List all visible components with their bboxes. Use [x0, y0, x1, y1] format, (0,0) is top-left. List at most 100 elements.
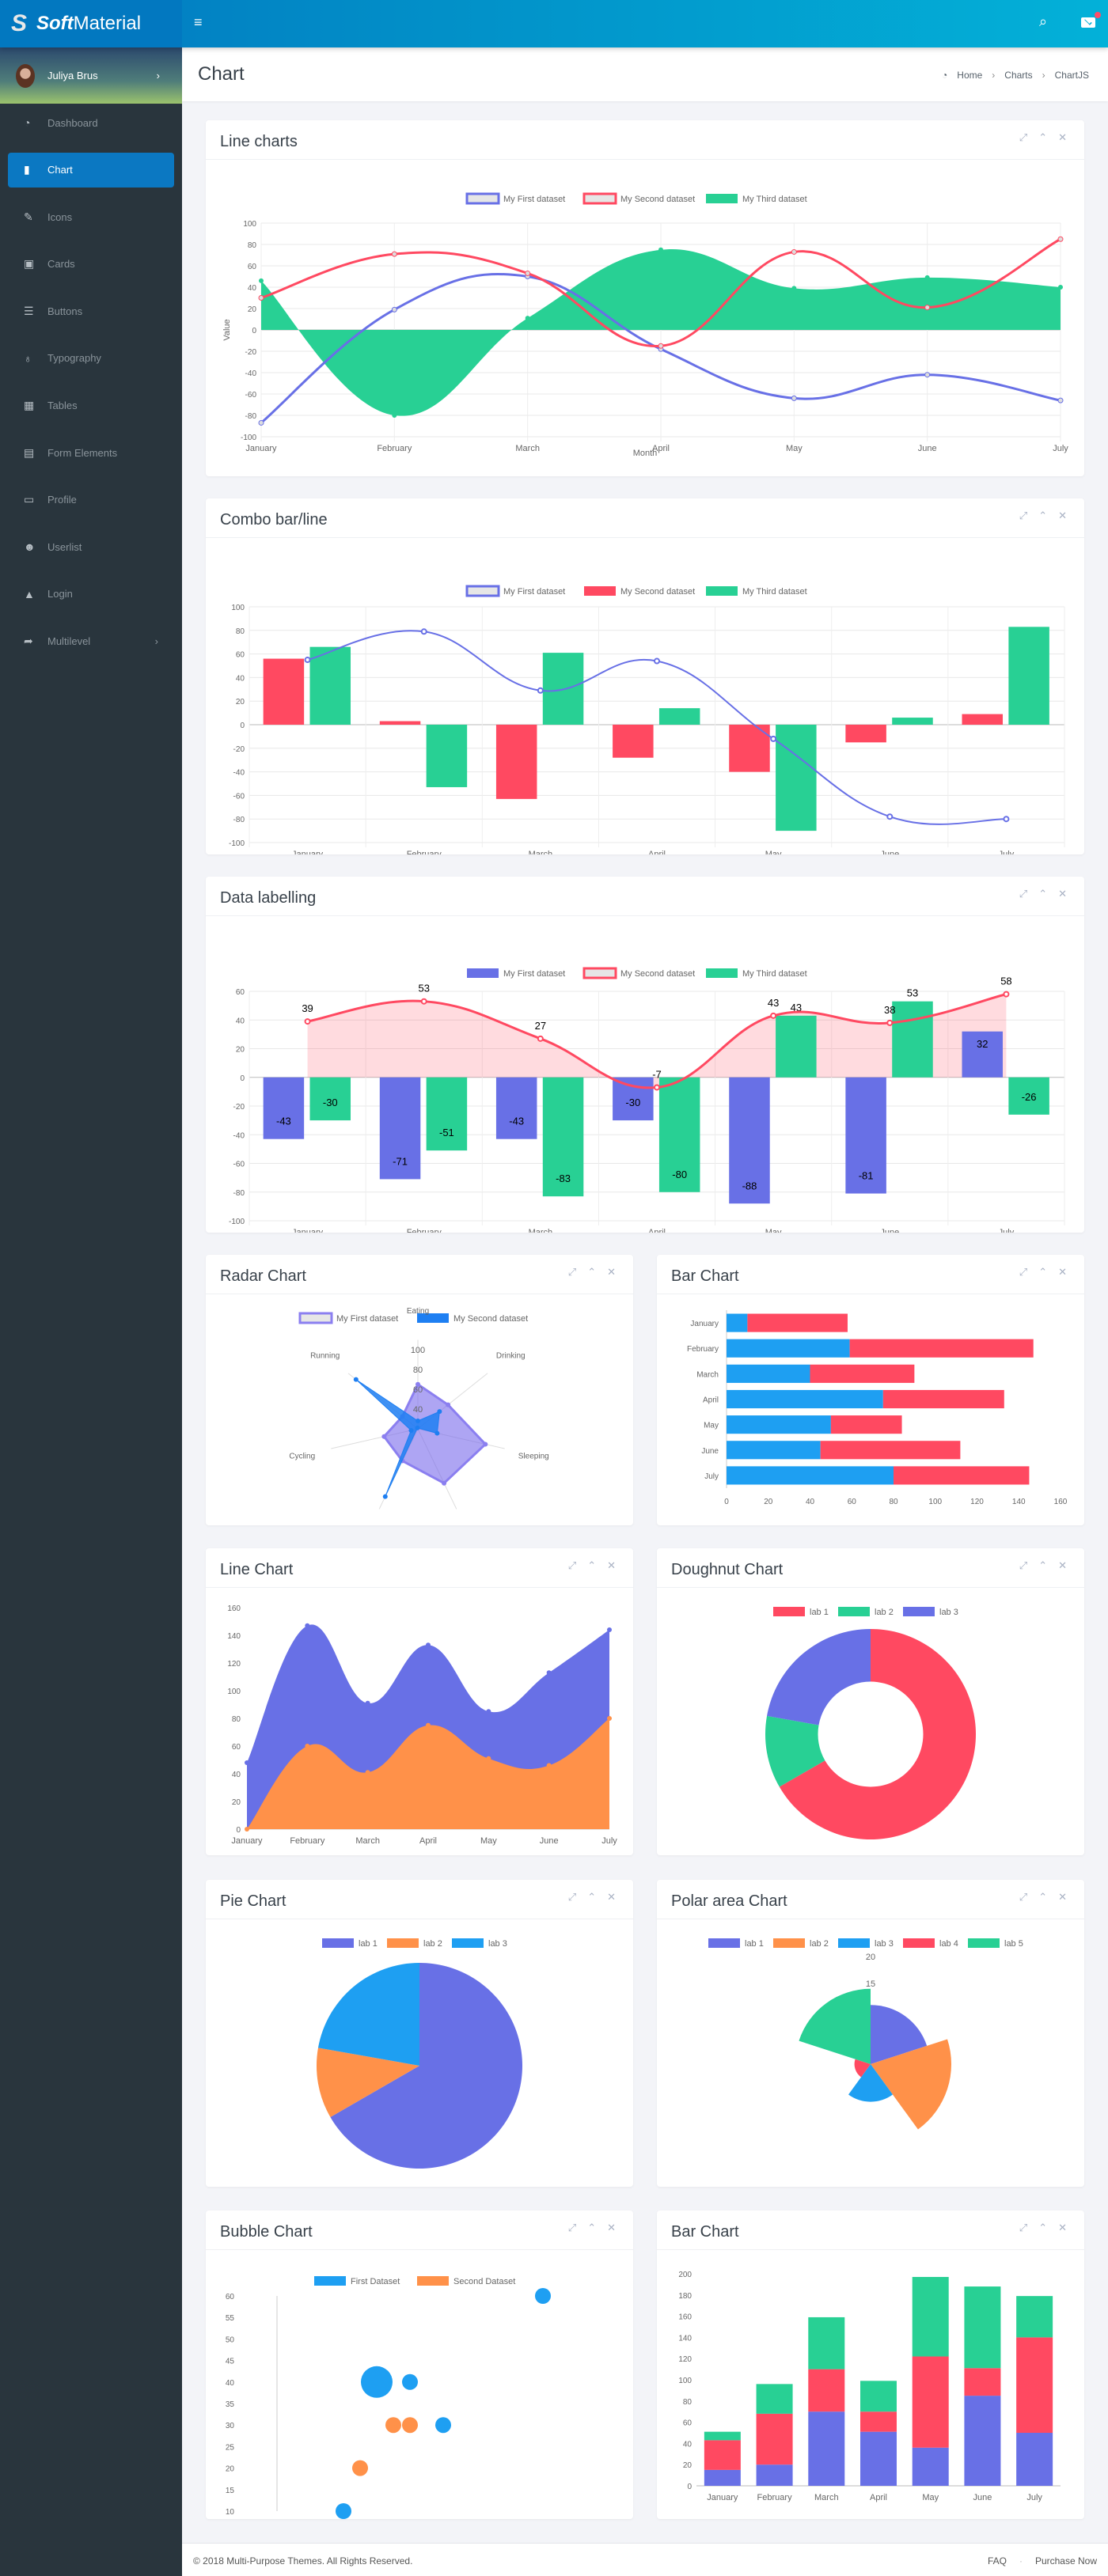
close-icon[interactable]: ✕ — [607, 1559, 616, 1572]
close-icon[interactable]: ✕ — [607, 1266, 616, 1279]
x-tick-label: 100 — [928, 1498, 942, 1506]
close-icon[interactable]: ✕ — [607, 2222, 616, 2234]
sidebar-item-userlist[interactable]: ☻ Userlist — [8, 529, 174, 564]
collapse-icon[interactable]: ⌃ — [1038, 1891, 1047, 1904]
expand-icon[interactable]: ⤢ — [1019, 1559, 1027, 1572]
search-icon[interactable]: ⌕ — [1039, 13, 1047, 30]
y-tick-label: -80 — [233, 1189, 245, 1198]
collapse-icon[interactable]: ⌃ — [1038, 2222, 1047, 2234]
brand-logo[interactable]: S Soft Material — [0, 0, 182, 47]
expand-icon[interactable]: ⤢ — [568, 1559, 576, 1572]
sidebar-item-buttons[interactable]: ☰ Buttons — [8, 294, 174, 328]
legend-label: My Third dataset — [742, 587, 807, 597]
data-point — [437, 1409, 442, 1415]
legend-label: First Dataset — [351, 2277, 400, 2286]
legend-label: My Second dataset — [620, 195, 695, 204]
menu-toggle-icon[interactable]: ≡ — [194, 14, 203, 31]
bar — [263, 1077, 305, 1139]
sidebar-item-dashboard[interactable]: ◔ Dashboard — [8, 105, 174, 140]
sidebar-item-typography[interactable]: ♁ Typography — [8, 341, 174, 376]
data-point — [426, 1722, 431, 1728]
expand-icon[interactable]: ⤢ — [568, 1891, 576, 1904]
y-tick-label: 0 — [240, 722, 245, 730]
sidebar-item-login[interactable]: ▲ Login — [8, 577, 174, 612]
data-point — [408, 1427, 414, 1433]
expand-icon[interactable]: ⤢ — [1019, 888, 1027, 900]
breadcrumb-charts[interactable]: Charts — [1004, 70, 1032, 81]
sidebar-item-label: Cards — [47, 258, 75, 271]
bar — [426, 725, 468, 787]
data-label: 27 — [535, 1020, 546, 1032]
close-icon[interactable]: ✕ — [1058, 1559, 1067, 1572]
bar — [964, 2396, 1001, 2486]
faq-link[interactable]: FAQ — [988, 2555, 1007, 2567]
sidebar-item-chart[interactable]: ▮ Chart — [8, 152, 174, 188]
bar — [860, 2431, 897, 2486]
bar — [962, 714, 1004, 725]
purchase-now-link[interactable]: Purchase Now — [1035, 2555, 1097, 2567]
bar — [892, 718, 933, 725]
sidebar-item-cards[interactable]: ▣ Cards — [8, 247, 174, 282]
close-icon[interactable]: ✕ — [607, 1891, 616, 1904]
legend-swatch — [582, 192, 617, 205]
expand-icon[interactable]: ⤢ — [568, 1266, 576, 1279]
bubble — [435, 2417, 451, 2434]
collapse-icon[interactable]: ⌃ — [1038, 131, 1047, 144]
expand-icon[interactable]: ⤢ — [1019, 510, 1027, 522]
user-panel[interactable]: Juliya Brus › — [0, 47, 182, 104]
close-icon[interactable]: ✕ — [1058, 1266, 1067, 1279]
x-tick-label: March — [529, 1228, 553, 1233]
collapse-icon[interactable]: ⌃ — [1038, 1559, 1047, 1572]
expand-icon[interactable]: ⤢ — [1019, 1891, 1027, 1904]
mail-icon[interactable] — [1081, 17, 1095, 28]
sidebar-item-label: Chart — [47, 164, 73, 176]
collapse-icon[interactable]: ⌃ — [587, 2222, 596, 2234]
legend-swatch — [706, 194, 738, 203]
expand-icon[interactable]: ⤢ — [1019, 2222, 1027, 2234]
expand-icon[interactable]: ⤢ — [1019, 131, 1027, 144]
bar — [808, 2411, 845, 2486]
radar-axis-label: Cycling — [289, 1452, 315, 1460]
data-point — [1057, 397, 1064, 403]
collapse-icon[interactable]: ⌃ — [1038, 1266, 1047, 1279]
legend-label: My Second dataset — [453, 1314, 528, 1324]
sidebar-item-form-elements[interactable]: ▤ Form Elements — [8, 435, 174, 470]
collapse-icon[interactable]: ⌃ — [587, 1559, 596, 1572]
bar — [658, 708, 700, 725]
close-icon[interactable]: ✕ — [1058, 2222, 1067, 2234]
sidebar-item-icons[interactable]: ✎ Icons — [8, 199, 174, 234]
data-point — [1003, 816, 1010, 823]
y-tick-label: -40 — [233, 769, 245, 778]
expand-icon[interactable]: ⤢ — [568, 2222, 576, 2234]
bar — [820, 1441, 961, 1460]
close-icon[interactable]: ✕ — [1058, 131, 1067, 144]
sidebar-item-profile[interactable]: ▭ Profile — [8, 483, 174, 517]
collapse-icon[interactable]: ⌃ — [587, 1266, 596, 1279]
close-icon[interactable]: ✕ — [1058, 510, 1067, 522]
collapse-icon[interactable]: ⌃ — [1038, 888, 1047, 900]
data-point — [546, 1763, 552, 1768]
legend-label: lab 2 — [875, 1608, 894, 1617]
data-label: -7 — [652, 1068, 662, 1080]
radar-axis-label: Drinking — [496, 1351, 526, 1360]
x-tick-label: 140 — [1012, 1498, 1026, 1506]
sidebar-item-multilevel[interactable]: ➦ Multilevel › — [8, 624, 174, 659]
x-tick-label: February — [757, 2493, 793, 2502]
chevron-right-icon[interactable]: › — [157, 70, 160, 81]
y-tick-label: 80 — [683, 2398, 692, 2407]
breadcrumb-home[interactable]: Home — [957, 70, 982, 81]
data-point — [537, 687, 544, 694]
sidebar-item-tables[interactable]: ▦ Tables — [8, 388, 174, 423]
close-icon[interactable]: ✕ — [1058, 888, 1067, 900]
x-tick-label: April — [419, 1836, 437, 1846]
y-tick-label: 120 — [227, 1660, 241, 1669]
expand-icon[interactable]: ⤢ — [1019, 1266, 1027, 1279]
close-icon[interactable]: ✕ — [1058, 1891, 1067, 1904]
y-tick-label: 40 — [683, 2440, 692, 2449]
collapse-icon[interactable]: ⌃ — [587, 1891, 596, 1904]
collapse-icon[interactable]: ⌃ — [1038, 510, 1047, 522]
card-title: Bar Chart — [671, 1267, 739, 1285]
y-tick-label: March — [696, 1370, 719, 1379]
x-tick-label: May — [765, 850, 782, 854]
y-tick-label: 40 — [226, 2379, 235, 2388]
